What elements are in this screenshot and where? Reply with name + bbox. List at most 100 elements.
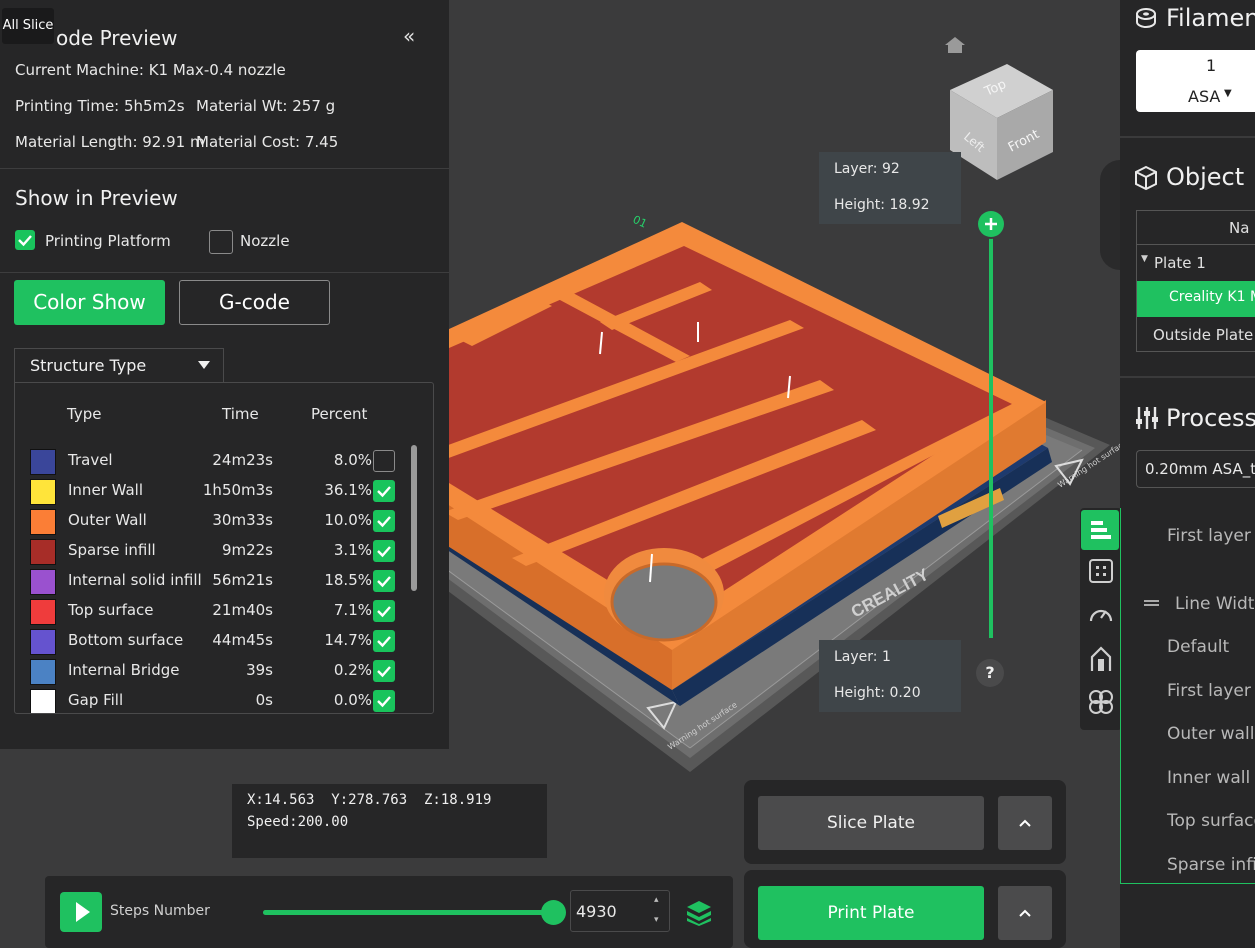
legend-header-time: Time: [222, 405, 259, 423]
printing-platform-label: Printing Platform: [45, 232, 171, 250]
object-name-column: Na: [1229, 219, 1250, 237]
legend-time: 39s: [246, 661, 273, 679]
all-slice-tab[interactable]: All Slice: [2, 8, 54, 44]
legend-percent: 36.1%: [324, 481, 372, 499]
legend-color-swatch: [30, 689, 56, 713]
structure-type-value: Structure Type: [30, 356, 147, 375]
object-list-item-selected[interactable]: Creality K1 M: [1137, 281, 1255, 317]
speed-gauge-icon[interactable]: [1088, 602, 1114, 628]
process-settings-list: First layer h Line Width Default First l…: [1120, 508, 1255, 884]
spin-down-icon[interactable]: ▾: [654, 915, 659, 925]
legend-type-name: Bottom surface: [68, 631, 184, 649]
legend-type-name: Travel: [68, 451, 113, 469]
printing-platform-checkbox[interactable]: [15, 230, 35, 250]
process-preset-value: 0.20mm ASA_t: [1145, 460, 1255, 478]
print-options-button[interactable]: [998, 886, 1052, 940]
setting-inner-wall[interactable]: Inner wall: [1167, 768, 1250, 788]
process-section-title: Process: [1166, 404, 1255, 432]
legend-scrollbar[interactable]: [411, 445, 417, 591]
filament-slot-card[interactable]: 1 ASA ▼: [1136, 50, 1255, 112]
setting-sparse-infill[interactable]: Sparse infil: [1167, 855, 1255, 875]
legend-visibility-checkbox[interactable]: [373, 570, 395, 592]
check-icon: [18, 235, 32, 247]
structure-type-dropdown[interactable]: Structure Type: [14, 348, 224, 383]
current-machine: Current Machine: K1 Max-0.4 nozzle: [15, 61, 286, 79]
gcode-button[interactable]: G-code: [179, 280, 330, 325]
view-cube[interactable]: Top Left Front: [945, 60, 1060, 188]
plate-number: 01: [631, 213, 649, 231]
filament-type: ASA: [1188, 87, 1221, 106]
setting-default[interactable]: Default: [1167, 637, 1229, 657]
legend-percent: 10.0%: [324, 511, 372, 529]
support-icon[interactable]: [1088, 645, 1114, 673]
home-icon[interactable]: [944, 36, 966, 54]
plate-list-item[interactable]: Plate 1: [1154, 254, 1206, 272]
filament-section-title: Filamen: [1166, 4, 1255, 32]
layers-bar-icon: [1091, 521, 1111, 539]
legend-time: 56m21s: [212, 571, 273, 589]
legend-color-swatch: [30, 479, 56, 505]
collapse-icon[interactable]: «: [403, 24, 415, 48]
preview-tool-button[interactable]: [1081, 510, 1119, 550]
steps-number-input[interactable]: 4930 ▴ ▾: [570, 890, 670, 932]
legend-visibility-checkbox[interactable]: [373, 510, 395, 532]
slice-plate-button[interactable]: Slice Plate: [758, 796, 984, 850]
chevron-up-icon: [1019, 819, 1031, 827]
check-icon: [377, 636, 391, 648]
arrange-icon[interactable]: [1087, 688, 1115, 716]
divider: [1120, 136, 1255, 138]
process-sliders-icon: [1136, 407, 1158, 429]
legend-type-name: Internal solid infill: [68, 571, 202, 589]
gcode-preview-title: ode Preview: [56, 26, 178, 50]
check-icon: [377, 696, 391, 708]
process-preset-select[interactable]: 0.20mm ASA_t: [1136, 450, 1255, 488]
print-plate-button[interactable]: Print Plate: [758, 886, 984, 940]
nozzle-checkbox[interactable]: [209, 230, 233, 254]
setting-first-layer[interactable]: First layer: [1167, 681, 1251, 701]
divider: [1120, 376, 1255, 378]
legend-percent: 18.5%: [324, 571, 372, 589]
legend-header-percent: Percent: [311, 405, 368, 423]
legend-type-name: Internal Bridge: [68, 661, 180, 679]
setting-first-layer-height[interactable]: First layer h: [1167, 526, 1255, 546]
object-section-title: Object: [1166, 163, 1245, 191]
select-region-icon[interactable]: [1088, 558, 1114, 584]
plus-icon: [985, 218, 997, 230]
spin-up-icon[interactable]: ▴: [654, 895, 659, 905]
legend-visibility-checkbox[interactable]: [373, 630, 395, 652]
print-action-group: Print Plate: [744, 870, 1066, 948]
slice-options-button[interactable]: [998, 796, 1052, 850]
steps-slider-track[interactable]: [263, 910, 553, 915]
legend-color-swatch: [30, 449, 56, 475]
navigation-wheel[interactable]: [1100, 160, 1120, 270]
legend-visibility-checkbox[interactable]: [373, 660, 395, 682]
setting-outer-wall[interactable]: Outer wall: [1167, 724, 1254, 744]
legend-visibility-checkbox[interactable]: [373, 450, 395, 472]
outside-plate-item[interactable]: Outside Plate: [1153, 326, 1253, 344]
legend-visibility-checkbox[interactable]: [373, 540, 395, 562]
layers-stack-icon[interactable]: [685, 898, 713, 926]
collapse-group-icon[interactable]: [1144, 600, 1159, 602]
legend-type-name: Top surface: [68, 601, 154, 619]
layer-slider-track[interactable]: [989, 225, 993, 638]
setting-line-width-group[interactable]: Line Width: [1175, 594, 1255, 614]
setting-top-surface[interactable]: Top surface: [1167, 811, 1255, 831]
color-show-button[interactable]: Color Show: [14, 280, 165, 325]
legend-visibility-checkbox[interactable]: [373, 480, 395, 502]
steps-slider-handle[interactable]: [541, 900, 566, 925]
check-icon: [377, 576, 391, 588]
printing-time: Printing Time: 5h5m2s: [15, 97, 185, 115]
legend-percent: 0.0%: [333, 691, 372, 709]
caret-down-icon: [198, 361, 210, 369]
legend-header-type: Type: [67, 405, 102, 423]
play-button[interactable]: [60, 892, 102, 932]
legend-row: Bottom surface 44m45s 14.7%: [15, 625, 419, 655]
cube-icon: [1135, 165, 1157, 191]
legend-time: 21m40s: [212, 601, 273, 619]
legend-visibility-checkbox[interactable]: [373, 600, 395, 622]
legend-type-name: Inner Wall: [68, 481, 143, 499]
expand-triangle-icon[interactable]: ▼: [1141, 254, 1148, 264]
help-icon[interactable]: ?: [976, 659, 1004, 687]
layer-slider-top-handle[interactable]: [978, 211, 1004, 237]
legend-visibility-checkbox[interactable]: [373, 690, 395, 712]
